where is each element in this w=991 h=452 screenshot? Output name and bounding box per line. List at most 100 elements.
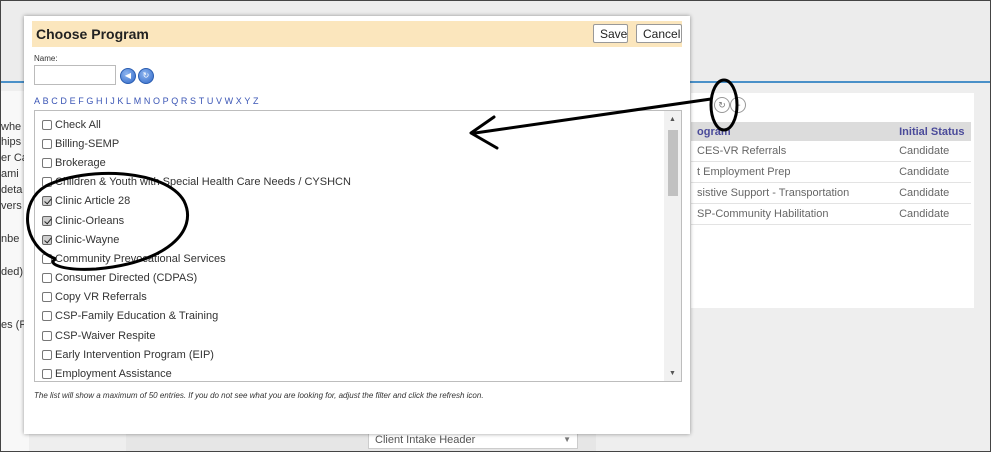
program-list-item[interactable]: CSP-Waiver Respite — [42, 326, 351, 345]
left-fragment: ami — [1, 168, 19, 180]
cancel-button[interactable]: Cancel — [636, 24, 682, 43]
scroll-thumb[interactable] — [668, 130, 678, 196]
program-label: Consumer Directed (CDPAS) — [55, 272, 198, 285]
checkbox[interactable] — [42, 330, 52, 341]
program-list-item[interactable]: Early Intervention Program (EIP) — [42, 345, 351, 364]
table-row[interactable]: CES-VR Referrals Candidate — [691, 141, 971, 162]
program-cell: sistive Support - Transportation — [691, 182, 894, 204]
name-filter-input[interactable] — [34, 65, 116, 85]
alpha-link[interactable]: F — [78, 96, 84, 106]
check-all-item[interactable]: Check All — [42, 115, 351, 134]
alpha-link[interactable]: M — [134, 96, 142, 106]
alphabet-filter: ABCDEFGHIJKLMNOPQRSTUVWXYZ — [34, 96, 261, 106]
program-list-item[interactable]: Clinic-Orleans — [42, 211, 351, 230]
alpha-link[interactable]: G — [86, 96, 93, 106]
checkbox[interactable] — [42, 369, 52, 380]
dialog-title: Choose Program — [36, 26, 149, 42]
alpha-link[interactable]: V — [216, 96, 222, 106]
program-list-item[interactable]: Community Prevocational Services — [42, 249, 351, 268]
alpha-link[interactable]: J — [110, 96, 115, 106]
left-fragment: whe — [1, 121, 22, 133]
program-list-items: Check All Billing-SEMP Brokerage Children &… — [42, 115, 351, 381]
left-fragment: nbe — [1, 233, 20, 245]
checkbox[interactable] — [42, 157, 52, 168]
alpha-link[interactable]: P — [163, 96, 169, 106]
alpha-link[interactable]: K — [117, 96, 123, 106]
alpha-link[interactable]: T — [199, 96, 205, 106]
program-label: Children & Youth with Special Health Car… — [55, 176, 351, 189]
select-value: Client Intake Header — [375, 434, 476, 446]
table-row[interactable]: t Employment Prep Candidate — [691, 161, 971, 183]
checkbox[interactable] — [42, 349, 52, 360]
table-row[interactable]: SP-Community Habilitation Candidate — [691, 203, 971, 225]
program-list-item[interactable]: Children & Youth with Special Health Car… — [42, 173, 351, 192]
checkbox[interactable] — [42, 292, 52, 303]
screenshot-frame: whe hips er Ca ami deta vers nbe ded) es… — [0, 0, 991, 452]
refresh-icon[interactable]: ↻ — [138, 68, 154, 84]
alpha-link[interactable]: Q — [171, 96, 178, 106]
alpha-link[interactable]: B — [43, 96, 49, 106]
program-list-item[interactable]: Clinic-Wayne — [42, 230, 351, 249]
program-label: Clinic-Wayne — [55, 233, 120, 246]
checkbox[interactable] — [42, 253, 52, 264]
program-table: ogram Initial Status CES-VR Referrals Ca… — [691, 122, 971, 225]
alpha-link[interactable]: Y — [244, 96, 250, 106]
alpha-link[interactable]: U — [207, 96, 214, 106]
column-header-initial-status[interactable]: Initial Status — [893, 122, 971, 141]
status-cell: Candidate — [893, 203, 971, 225]
alpha-link[interactable]: C — [51, 96, 58, 106]
program-label: Employment Assistance — [55, 368, 172, 381]
scroll-down-icon[interactable]: ▼ — [664, 367, 681, 381]
table-row[interactable]: sistive Support - Transportation Candida… — [691, 182, 971, 204]
program-list-item[interactable]: Employment Assistance — [42, 364, 351, 381]
checkbox[interactable] — [42, 234, 52, 245]
program-list-item[interactable]: Brokerage — [42, 153, 351, 172]
alpha-link[interactable]: Z — [253, 96, 259, 106]
program-list-item[interactable]: Copy VR Referrals — [42, 288, 351, 307]
alpha-link[interactable]: A — [34, 96, 40, 106]
status-cell: Candidate — [893, 182, 971, 204]
alpha-link[interactable]: D — [60, 96, 67, 106]
program-label: Community Prevocational Services — [55, 252, 226, 265]
checkbox[interactable] — [42, 215, 52, 226]
program-cell: CES-VR Referrals — [691, 141, 894, 162]
left-fragment: hips — [1, 136, 22, 148]
checkbox[interactable] — [42, 196, 52, 207]
save-button[interactable]: Save — [593, 24, 628, 43]
program-list-item[interactable]: CSP-Family Education & Training — [42, 307, 351, 326]
checkbox[interactable] — [42, 138, 52, 149]
list-limit-note: The list will show a maximum of 50 entri… — [34, 391, 484, 400]
alpha-link[interactable]: S — [190, 96, 196, 106]
refresh-icon[interactable]: ↻ — [714, 97, 730, 113]
checkbox[interactable] — [42, 311, 52, 322]
program-label: Clinic-Orleans — [55, 214, 125, 227]
remove-icon[interactable]: − — [730, 97, 746, 113]
alpha-link[interactable]: N — [144, 96, 151, 106]
search-back-icon[interactable]: ◀ — [120, 68, 136, 84]
alpha-link[interactable]: W — [225, 96, 234, 106]
program-list-item[interactable]: Billing-SEMP — [42, 134, 351, 153]
checkbox[interactable] — [42, 273, 52, 284]
scroll-up-icon[interactable]: ▲ — [664, 113, 681, 127]
program-list-item[interactable]: Consumer Directed (CDPAS) — [42, 269, 351, 288]
name-label: Name: — [34, 54, 58, 63]
program-cell: t Employment Prep — [691, 161, 894, 183]
checkbox[interactable] — [42, 119, 52, 130]
alpha-link[interactable]: L — [126, 96, 131, 106]
status-cell: Candidate — [893, 161, 971, 183]
alpha-link[interactable]: I — [105, 96, 108, 106]
alpha-link[interactable]: E — [70, 96, 76, 106]
alpha-link[interactable]: X — [236, 96, 242, 106]
alpha-link[interactable]: R — [181, 96, 188, 106]
alpha-link[interactable]: H — [96, 96, 103, 106]
program-list-item[interactable]: Clinic Article 28 — [42, 192, 351, 211]
scrollbar[interactable]: ▲ ▼ — [664, 111, 681, 381]
column-header-program[interactable]: ogram — [691, 122, 894, 141]
program-cell: SP-Community Habilitation — [691, 203, 894, 225]
program-list: Check All Billing-SEMP Brokerage Children &… — [34, 110, 682, 382]
program-label: Billing-SEMP — [55, 137, 120, 150]
table-header-row: ogram Initial Status — [691, 122, 971, 141]
checkbox[interactable] — [42, 177, 52, 188]
left-fragment: ded) — [1, 266, 24, 278]
alpha-link[interactable]: O — [153, 96, 160, 106]
